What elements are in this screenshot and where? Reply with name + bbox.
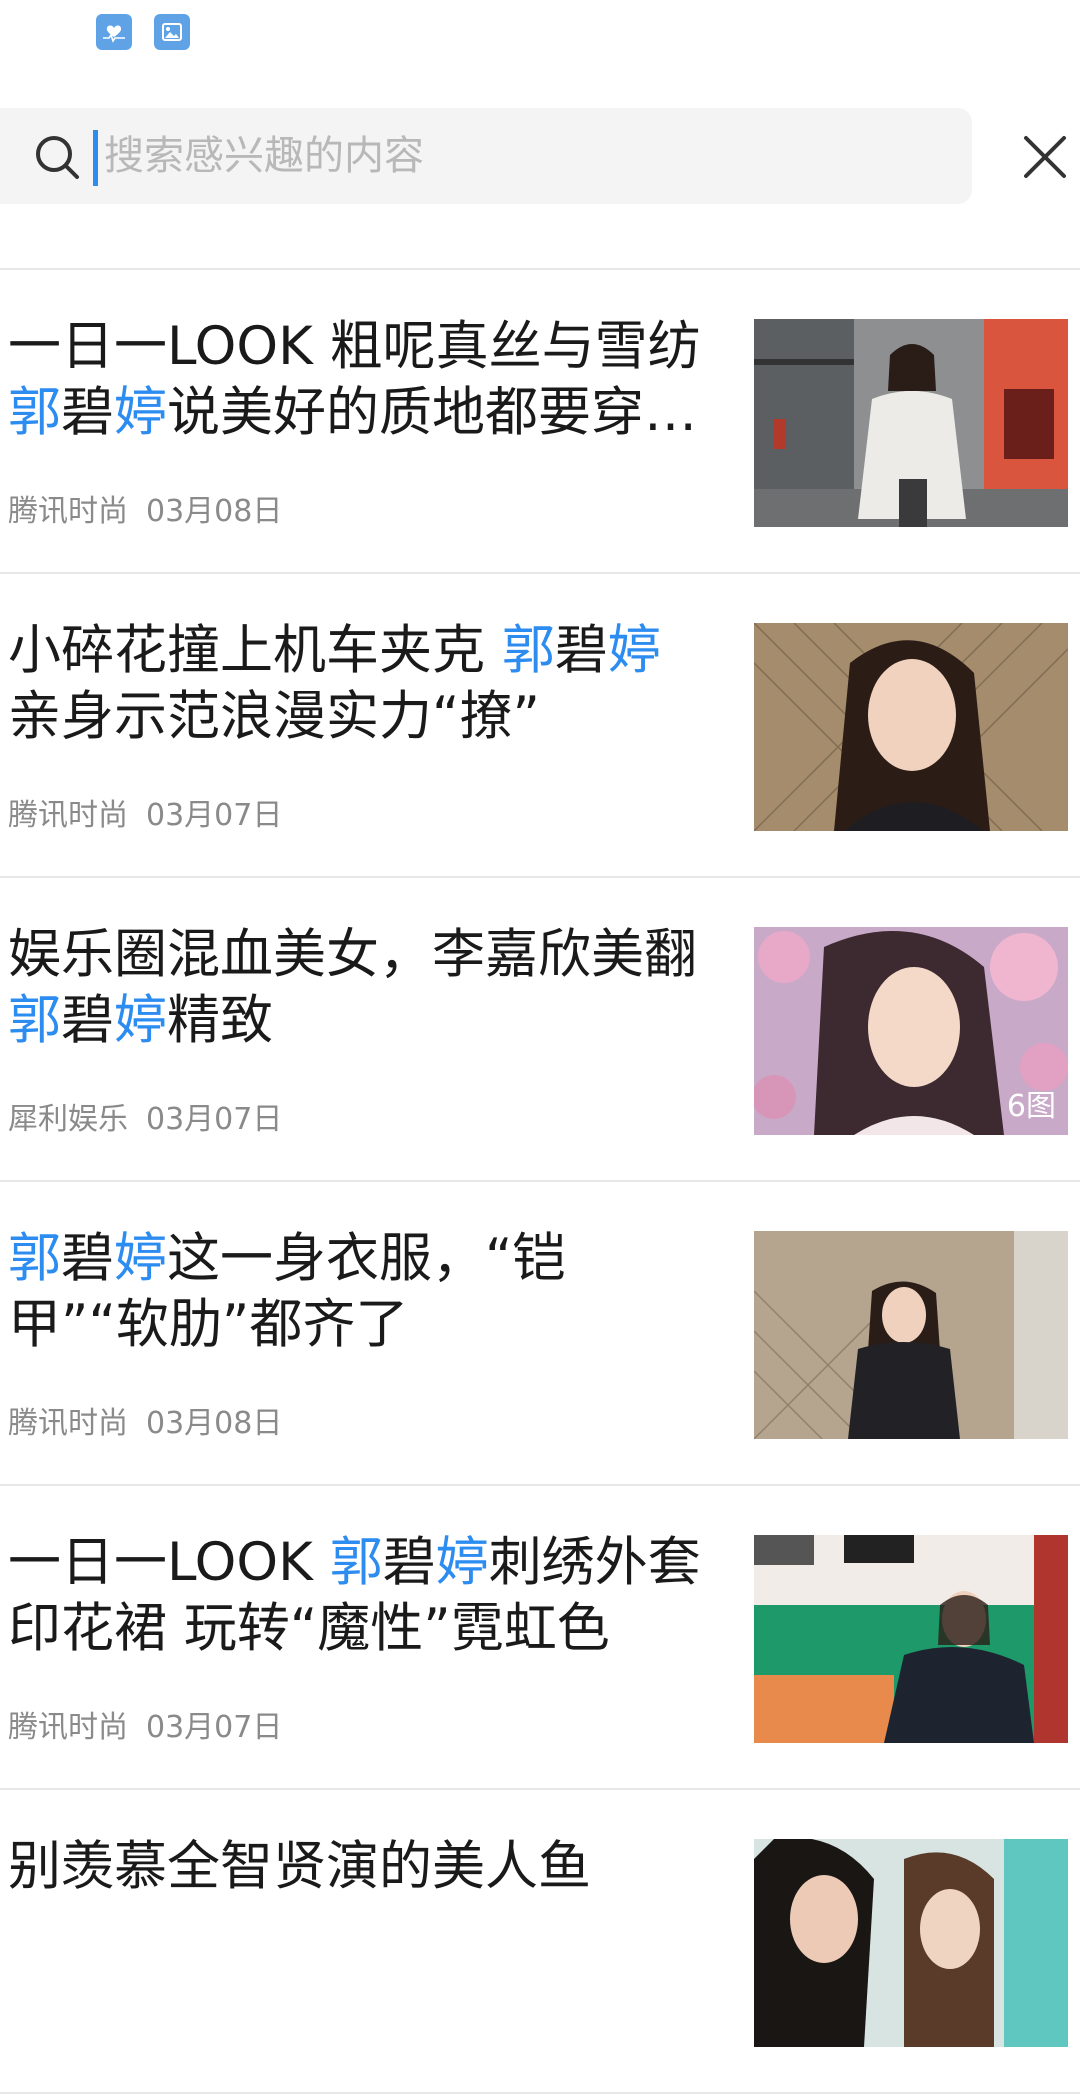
news-title: 娱乐圈混血美女，李嘉欣美翻郭碧婷精致 <box>8 922 708 1054</box>
news-source: 腾讯时尚 <box>8 1406 128 1441</box>
text-cursor <box>93 130 98 186</box>
title-text: 碧 <box>61 1228 114 1289</box>
news-date: 03月07日 <box>146 1710 283 1745</box>
title-text: 碧 <box>382 1532 436 1593</box>
search-header <box>0 108 1080 204</box>
image-count-badge: 6图 <box>1006 1089 1056 1124</box>
news-title: 一日一LOOK 郭碧婷刺绣外套印花裙 玩转“魔性”霓虹色 <box>8 1530 708 1662</box>
news-source: 腾讯时尚 <box>8 1710 128 1745</box>
highlight-keyword: 婷 <box>114 1228 167 1289</box>
search-input[interactable] <box>104 122 944 190</box>
news-title: 郭碧婷这一身衣服，“铠甲”“软肋”都齐了 <box>8 1226 708 1358</box>
news-title: 小碎花撞上机车夹克 郭碧婷亲身示范浪漫实力“撩” <box>8 618 708 750</box>
title-text: 一日一LOOK <box>8 1532 330 1593</box>
news-thumbnail <box>754 1839 1068 2047</box>
news-thumbnail <box>754 623 1068 831</box>
news-source: 腾讯时尚 <box>8 798 128 833</box>
news-source: 腾讯时尚 <box>8 494 128 529</box>
news-thumbnail <box>754 1535 1068 1743</box>
close-icon[interactable] <box>1020 132 1070 182</box>
title-text: 一日一LOOK 粗呢真丝与雪纺 <box>8 316 701 377</box>
news-title: 别羡慕全智贤演的美人鱼 <box>8 1834 708 1900</box>
news-date: 03月07日 <box>146 798 283 833</box>
news-meta: 腾讯时尚 03月07日 <box>8 790 282 834</box>
highlight-keyword: 郭 <box>329 1532 383 1593</box>
news-item[interactable]: 一日一LOOK 粗呢真丝与雪纺郭碧婷说美好的质地都要穿… 腾讯时尚 03月08日 <box>0 270 1080 574</box>
news-item[interactable]: 娱乐圈混血美女，李嘉欣美翻郭碧婷精致 犀利娱乐 03月07日 6图 <box>0 878 1080 1182</box>
search-icon <box>36 136 79 179</box>
highlight-keyword: 婷 <box>114 382 167 443</box>
news-date: 03月08日 <box>146 1406 283 1441</box>
highlight-keyword: 郭 <box>8 990 61 1051</box>
highlight-keyword: 郭 <box>8 382 61 443</box>
title-text: 说美好的质地都要穿… <box>167 382 697 443</box>
news-source: 犀利娱乐 <box>8 1102 128 1137</box>
status-bar <box>0 0 1080 70</box>
news-list: 一日一LOOK 粗呢真丝与雪纺郭碧婷说美好的质地都要穿… 腾讯时尚 03月08日 … <box>0 270 1080 2094</box>
title-text: 亲身示范浪漫实力“撩” <box>8 686 540 747</box>
news-title: 一日一LOOK 粗呢真丝与雪纺郭碧婷说美好的质地都要穿… <box>8 314 708 446</box>
news-item[interactable]: 一日一LOOK 郭碧婷刺绣外套印花裙 玩转“魔性”霓虹色 腾讯时尚 03月07日 <box>0 1486 1080 1790</box>
title-text: 精致 <box>167 990 273 1051</box>
news-item[interactable]: 小碎花撞上机车夹克 郭碧婷亲身示范浪漫实力“撩” 腾讯时尚 03月07日 <box>0 574 1080 878</box>
health-app-icon <box>96 14 132 50</box>
news-date: 03月08日 <box>146 494 283 529</box>
news-item[interactable]: 郭碧婷这一身衣服，“铠甲”“软肋”都齐了 腾讯时尚 03月08日 <box>0 1182 1080 1486</box>
search-box[interactable] <box>0 108 972 204</box>
news-meta: 腾讯时尚 03月07日 <box>8 1702 282 1746</box>
news-item[interactable]: 别羡慕全智贤演的美人鱼 <box>0 1790 1080 2094</box>
highlight-keyword: 婷 <box>435 1532 489 1593</box>
news-thumbnail <box>754 1231 1068 1439</box>
highlight-keyword: 婷 <box>114 990 167 1051</box>
news-meta: 腾讯时尚 03月08日 <box>8 486 282 530</box>
news-thumbnail: 6图 <box>754 927 1068 1135</box>
highlight-keyword: 婷 <box>607 620 661 681</box>
title-text: 小碎花撞上机车夹克 <box>8 620 502 681</box>
news-date: 03月07日 <box>146 1102 283 1137</box>
title-text: 别羡慕全智贤演的美人鱼 <box>8 1836 591 1897</box>
highlight-keyword: 郭 <box>501 620 555 681</box>
title-text: 碧 <box>61 382 114 443</box>
title-text: 碧 <box>554 620 608 681</box>
news-thumbnail <box>754 319 1068 527</box>
gallery-app-icon <box>154 14 190 50</box>
title-text: 娱乐圈混血美女，李嘉欣美翻 <box>8 924 697 985</box>
news-meta: 腾讯时尚 03月08日 <box>8 1398 282 1442</box>
highlight-keyword: 郭 <box>8 1228 61 1289</box>
title-text: 碧 <box>61 990 114 1051</box>
news-meta: 犀利娱乐 03月07日 <box>8 1094 282 1138</box>
